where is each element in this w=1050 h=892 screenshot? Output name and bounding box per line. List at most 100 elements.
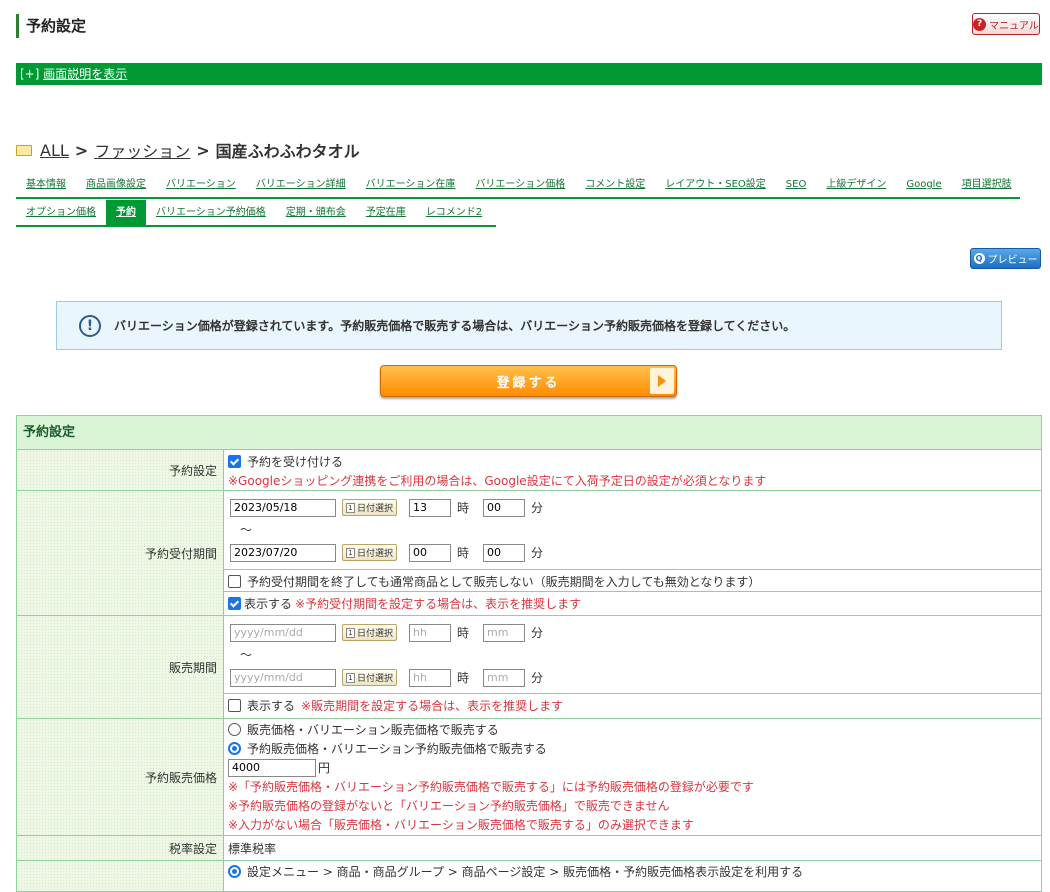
date-picker-button[interactable]: 1 日付選択: [342, 499, 398, 516]
row-sales-period: 販売期間 yyyy/mm/dd 1 日付選択 hh 時 mm 分 ～ yyyy/m…: [17, 616, 1041, 719]
reservation-price-input[interactable]: 4000: [228, 758, 316, 777]
tab-item-options[interactable]: 項目選択肢: [952, 172, 1022, 198]
sales-end-date-input[interactable]: yyyy/mm/dd: [230, 668, 336, 687]
tab-planned-stock[interactable]: 予定在庫: [356, 200, 416, 226]
manual-button[interactable]: ? マニュアル: [972, 13, 1040, 35]
tab-variation[interactable]: バリエーション: [156, 172, 246, 198]
row-label: 税率設定: [17, 836, 224, 860]
tab-reservation[interactable]: 予約: [106, 200, 146, 226]
display-label: 表示する: [247, 699, 296, 713]
tab-layout-seo[interactable]: レイアウト・SEO設定: [655, 172, 776, 198]
tab-product-images[interactable]: 商品画像設定: [76, 172, 156, 198]
sales-start-date-input[interactable]: yyyy/mm/dd: [230, 623, 336, 642]
tab-comment[interactable]: コメント設定: [575, 172, 655, 198]
price-note: ※「予約販売価格・バリエーション予約販売価格で販売する」には予約販売価格の登録が…: [228, 780, 754, 794]
acceptance-end-minute-input[interactable]: 00: [483, 543, 526, 562]
tab-google[interactable]: Google: [896, 172, 951, 198]
sales-start-minute-input[interactable]: mm: [483, 623, 526, 642]
range-tilde: ～: [240, 523, 253, 537]
normal-price-radio[interactable]: [228, 723, 241, 736]
tax-value: 標準税率: [228, 842, 277, 856]
row-display-setting: 設定メニュー > 商品・商品グループ > 商品ページ設定 > 販売価格・予約販売…: [17, 861, 1041, 891]
price-note: ※予約販売価格の登録がないと「バリエーション予約販売価格」で販売できません: [228, 799, 670, 813]
breadcrumb-separator: >: [74, 140, 89, 160]
row-acceptance-period: 予約受付期間 2023/05/18 1 日付選択 13 時 00 分 ～ 2023…: [17, 491, 1041, 616]
display-acceptance-checkbox[interactable]: [228, 597, 241, 610]
hour-unit: 時: [457, 626, 470, 640]
date-picker-button[interactable]: 1 日付選択: [342, 544, 398, 561]
folder-icon: [16, 144, 32, 156]
minute-unit: 分: [531, 626, 544, 640]
tab-variation-reservation-price[interactable]: バリエーション予約価格: [146, 200, 276, 226]
range-tilde: ～: [240, 648, 253, 662]
reservation-form: 予約設定 予約設定 予約を受け付ける ※Googleショッピング連携をご利用の場…: [16, 415, 1042, 892]
arrow-right-icon: [650, 368, 674, 394]
row-label: 予約販売価格: [17, 719, 224, 835]
tab-recommend2[interactable]: レコメンド2: [416, 200, 492, 226]
reservation-price-radio[interactable]: [228, 742, 241, 755]
tab-subscription[interactable]: 定期・頒布会: [276, 200, 356, 226]
display-label: 表示する: [244, 597, 293, 611]
accept-reservation-label: 予約を受け付ける: [247, 455, 344, 469]
calendar-icon: 1: [346, 502, 355, 513]
explain-prefix: [+]: [20, 67, 40, 81]
no-normal-sale-label: 予約受付期間を終了しても通常商品として販売しない（販売期間を入力しても無効となり…: [247, 575, 761, 589]
row-reservation: 予約設定 予約を受け付ける ※Googleショッピング連携をご利用の場合は、Go…: [17, 450, 1041, 491]
minute-unit: 分: [531, 546, 544, 560]
info-circle-icon: !: [79, 314, 101, 337]
no-normal-sale-checkbox[interactable]: [228, 575, 241, 588]
acceptance-start-hour-input[interactable]: 13: [409, 498, 452, 517]
preview-button[interactable]: Q プレビュー: [970, 248, 1041, 269]
date-picker-button[interactable]: 1 日付選択: [342, 669, 398, 686]
display-sales-note: ※販売期間を設定する場合は、表示を推奨します: [301, 699, 564, 713]
page-header: 予約設定: [16, 14, 86, 38]
accept-reservation-checkbox[interactable]: [228, 455, 241, 468]
register-label: 登録する: [496, 375, 561, 391]
breadcrumb: ALL > ファッション > 国産ふわふわタオル: [16, 138, 360, 162]
breadcrumb-link-category[interactable]: ファッション: [94, 138, 190, 162]
acceptance-end-hour-input[interactable]: 00: [409, 543, 452, 562]
help-icon: ?: [973, 17, 987, 31]
row-label: 販売期間: [17, 616, 224, 718]
minute-unit: 分: [531, 671, 544, 685]
sales-end-hour-input[interactable]: hh: [409, 668, 452, 687]
tab-basic-info[interactable]: 基本情報: [16, 172, 76, 198]
sales-end-minute-input[interactable]: mm: [483, 668, 526, 687]
breadcrumb-separator: >: [196, 140, 210, 160]
tab-variation-stock[interactable]: バリエーション在庫: [356, 172, 466, 198]
normal-price-label: 販売価格・バリエーション販売価格で販売する: [247, 723, 499, 737]
tab-advanced-design[interactable]: 上級デザイン: [816, 172, 896, 198]
explain-link[interactable]: 画面説明を表示: [43, 67, 127, 81]
minute-unit: 分: [531, 501, 544, 515]
calendar-icon: 1: [346, 547, 355, 558]
calendar-icon: 1: [346, 672, 355, 683]
display-sales-checkbox[interactable]: [228, 699, 241, 712]
tab-bar-row1: 基本情報 商品画像設定 バリエーション バリエーション詳細 バリエーション在庫 …: [16, 173, 1020, 199]
notice-text: バリエーション価格が登録されています。予約販売価格で販売する場合は、バリエーショ…: [114, 319, 796, 333]
tab-option-price[interactable]: オプション価格: [16, 200, 106, 226]
acceptance-start-minute-input[interactable]: 00: [483, 498, 526, 517]
row-tax: 税率設定 標準税率: [17, 836, 1041, 861]
google-note: ※Googleショッピング連携をご利用の場合は、Google設定にて入荷予定日の…: [228, 474, 767, 488]
price-note: ※入力がない場合「販売価格・バリエーション販売価格で販売する」のみ選択できます: [228, 818, 694, 832]
acceptance-start-date-input[interactable]: 2023/05/18: [230, 498, 336, 517]
tab-variation-price[interactable]: バリエーション価格: [465, 172, 575, 198]
sales-start-hour-input[interactable]: hh: [409, 623, 452, 642]
yen-unit: 円: [318, 761, 331, 775]
manual-label: マニュアル: [989, 20, 1039, 32]
breadcrumb-link-all[interactable]: ALL: [40, 141, 69, 160]
section-title: 予約設定: [17, 416, 1041, 450]
date-picker-button[interactable]: 1 日付選択: [342, 624, 398, 641]
magnifier-icon: Q: [973, 253, 985, 264]
tab-variation-detail[interactable]: バリエーション詳細: [246, 172, 356, 198]
preview-label: プレビュー: [987, 255, 1038, 266]
reservation-price-label: 予約販売価格・バリエーション予約販売価格で販売する: [247, 742, 547, 756]
acceptance-end-date-input[interactable]: 2023/07/20: [230, 543, 336, 562]
display-acceptance-note: ※予約受付期間を設定する場合は、表示を推奨します: [295, 597, 582, 611]
row-label: 予約受付期間: [17, 491, 224, 615]
page-title: 予約設定: [26, 17, 87, 35]
register-button[interactable]: 登録する: [380, 365, 677, 397]
hour-unit: 時: [457, 671, 470, 685]
tab-seo[interactable]: SEO: [776, 172, 817, 198]
row-label: [17, 861, 224, 891]
